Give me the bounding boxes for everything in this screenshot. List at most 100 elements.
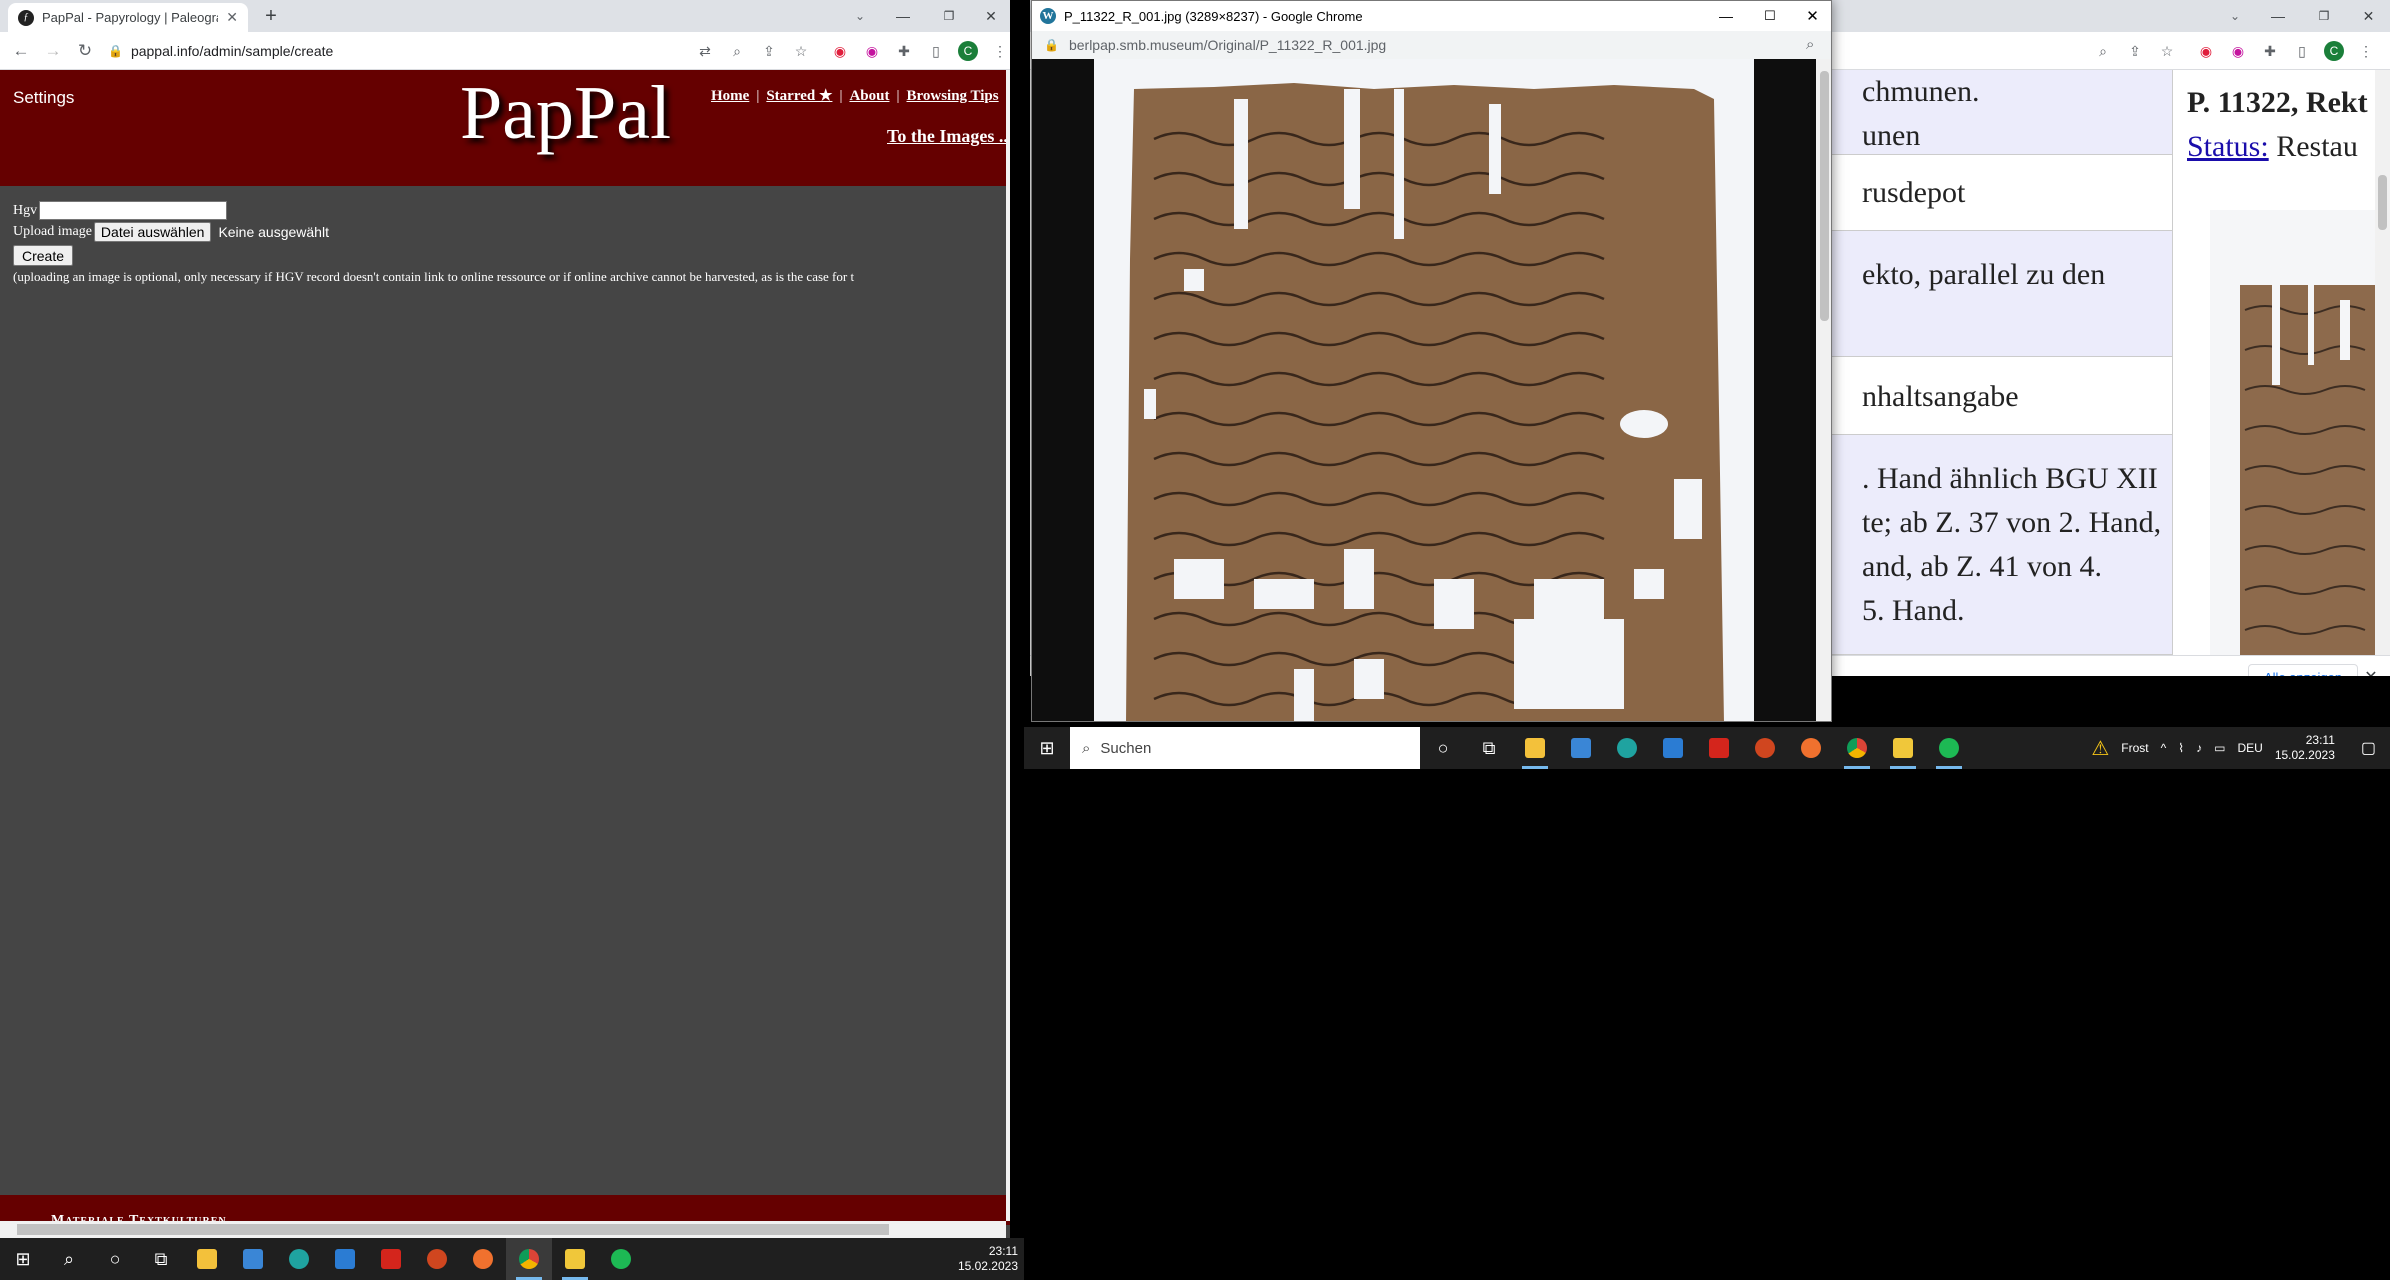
choose-file-button[interactable]: Datei auswählen: [93, 221, 212, 242]
right-zoom-icon[interactable]: ⌕: [2093, 41, 2113, 61]
right-profile-avatar[interactable]: C: [2324, 41, 2344, 61]
profile-avatar[interactable]: C: [958, 41, 978, 61]
right-scroll-thumb[interactable]: [2378, 175, 2387, 230]
left-firefox-icon[interactable]: [460, 1238, 506, 1280]
right-extension-purple-icon[interactable]: ◉: [2228, 41, 2248, 61]
minimize-icon[interactable]: —: [880, 0, 926, 32]
close-tab-icon[interactable]: ✕: [226, 9, 238, 26]
settings-link[interactable]: Settings: [13, 88, 74, 108]
right-menu-kebab-icon[interactable]: ⋮: [2356, 41, 2376, 61]
battery-icon[interactable]: ▭: [2214, 741, 2225, 755]
left-acrobat-icon[interactable]: [368, 1238, 414, 1280]
file-explorer-icon[interactable]: [1512, 727, 1558, 769]
status-link[interactable]: Status:: [2187, 130, 2269, 163]
left-windows-start-icon[interactable]: ⊞: [0, 1238, 46, 1280]
taskbar-search-box[interactable]: ⌕ Suchen: [1070, 727, 1420, 769]
right-minimize-icon[interactable]: —: [2255, 0, 2301, 32]
notepad-icon[interactable]: [1880, 727, 1926, 769]
right-extensions-puzzle-icon[interactable]: ✚: [2260, 41, 2280, 61]
windows-start-icon[interactable]: ⊞: [1024, 727, 1070, 769]
powerpoint-icon[interactable]: [1742, 727, 1788, 769]
left-cortana-circle-icon[interactable]: ○: [92, 1238, 138, 1280]
show-all-downloads-button[interactable]: Alle anzeigen: [2248, 664, 2359, 676]
forward-arrow-icon[interactable]: →: [40, 38, 66, 64]
left-file-explorer-icon[interactable]: [184, 1238, 230, 1280]
left-mail-icon[interactable]: [322, 1238, 368, 1280]
right-extension-red-icon[interactable]: ◉: [2196, 41, 2216, 61]
right-tab-search-chevron-icon[interactable]: ⌄: [2225, 6, 2245, 26]
translate-icon[interactable]: ⇄: [695, 41, 715, 61]
edge-icon[interactable]: [1604, 727, 1650, 769]
tab-pappal[interactable]: ƒ PapPal - Papyrology | Paleograph... ✕: [8, 3, 248, 32]
volume-icon[interactable]: ♪: [2196, 741, 2202, 755]
left-clock-time: 23:11: [988, 1244, 1018, 1258]
popup-scroll-thumb[interactable]: [1820, 71, 1829, 321]
left-store-icon[interactable]: [230, 1238, 276, 1280]
back-arrow-icon[interactable]: ←: [8, 38, 34, 64]
share-icon[interactable]: ⇪: [759, 41, 779, 61]
nav-browsing-tips[interactable]: Browsing Tips: [906, 88, 998, 104]
restore-icon[interactable]: ❐: [926, 0, 972, 32]
acrobat-icon[interactable]: [1696, 727, 1742, 769]
papyrus-thumbnail[interactable]: [2210, 210, 2390, 655]
tray-chevron-up-icon[interactable]: ^: [2161, 741, 2167, 755]
store-icon[interactable]: [1558, 727, 1604, 769]
zoom-icon[interactable]: ⌕: [727, 41, 747, 61]
right-vertical-scrollbar[interactable]: [2375, 70, 2390, 655]
network-icon[interactable]: ⌇: [2178, 741, 2184, 755]
left-search-icon[interactable]: ⌕: [46, 1238, 92, 1280]
cortana-circle-icon[interactable]: ○: [1420, 727, 1466, 769]
right-share-icon[interactable]: ⇪: [2125, 41, 2145, 61]
right-sidebar-icon[interactable]: ▯: [2292, 41, 2312, 61]
left-notepad-icon[interactable]: [552, 1238, 598, 1280]
close-download-bar-icon[interactable]: ✕: [2360, 666, 2382, 676]
bookmark-star-icon[interactable]: ☆: [791, 41, 811, 61]
popup-maximize-icon[interactable]: ☐: [1748, 1, 1792, 31]
menu-kebab-icon[interactable]: ⋮: [990, 41, 1010, 61]
top-navigation: Home|Starred ★|About|Browsing Tips|C: [711, 88, 1009, 104]
extension-red-icon[interactable]: ◉: [830, 41, 850, 61]
right-restore-icon[interactable]: ❐: [2301, 0, 2347, 32]
left-spotify-icon[interactable]: [598, 1238, 644, 1280]
weather-warning-icon[interactable]: ⚠: [2091, 736, 2109, 761]
close-window-icon[interactable]: ✕: [972, 0, 1010, 32]
hgv-input[interactable]: [39, 201, 228, 220]
chrome-icon[interactable]: [1834, 727, 1880, 769]
taskbar-clock[interactable]: 23:11 15.02.2023: [2275, 733, 2335, 763]
spotify-icon[interactable]: [1926, 727, 1972, 769]
language-indicator[interactable]: DEU: [2237, 741, 2262, 755]
horizontal-scrollbar[interactable]: [0, 1221, 1006, 1238]
nav-about[interactable]: About: [849, 88, 889, 104]
nav-starred[interactable]: Starred ★: [766, 88, 832, 104]
reload-icon[interactable]: ↻: [72, 38, 98, 64]
popup-zoom-icon[interactable]: ⌕: [1806, 36, 1814, 53]
left-powerpoint-icon[interactable]: [414, 1238, 460, 1280]
popup-address-bar[interactable]: 🔒 berlpap.smb.museum/Original/P_11322_R_…: [1032, 31, 1831, 59]
horizontal-scroll-thumb[interactable]: [17, 1224, 889, 1235]
popup-minimize-icon[interactable]: —: [1704, 1, 1748, 31]
extensions-puzzle-icon[interactable]: ✚: [894, 41, 914, 61]
right-bookmark-star-icon[interactable]: ☆: [2157, 41, 2177, 61]
create-button[interactable]: Create: [13, 245, 74, 266]
address-bar[interactable]: 🔒 pappal.info/admin/sample/create: [108, 36, 688, 66]
left-chrome-icon[interactable]: [506, 1238, 552, 1280]
firefox-icon[interactable]: [1788, 727, 1834, 769]
vertical-scrollbar[interactable]: [1006, 70, 1010, 1221]
to-the-images-link[interactable]: To the Images ...: [887, 126, 1010, 147]
left-task-view-icon[interactable]: ⧉: [138, 1238, 184, 1280]
notifications-icon[interactable]: ▢: [2347, 738, 2390, 758]
sidebar-icon[interactable]: ▯: [926, 41, 946, 61]
nav-home[interactable]: Home: [711, 88, 749, 104]
popup-close-icon[interactable]: ✕: [1792, 1, 1831, 31]
weather-text[interactable]: Frost: [2121, 741, 2148, 755]
left-taskbar-clock[interactable]: 23:11 15.02.2023: [958, 1244, 1024, 1274]
extension-purple-icon[interactable]: ◉: [862, 41, 882, 61]
right-close-window-icon[interactable]: ✕: [2347, 0, 2390, 32]
tab-search-chevron-icon[interactable]: ⌄: [850, 6, 870, 26]
task-view-icon[interactable]: ⧉: [1466, 727, 1512, 769]
image-viewer[interactable]: [1032, 59, 1816, 721]
new-tab-plus-icon[interactable]: +: [258, 3, 284, 29]
mail-icon[interactable]: [1650, 727, 1696, 769]
popup-vertical-scrollbar[interactable]: [1816, 59, 1831, 721]
left-edge-icon[interactable]: [276, 1238, 322, 1280]
